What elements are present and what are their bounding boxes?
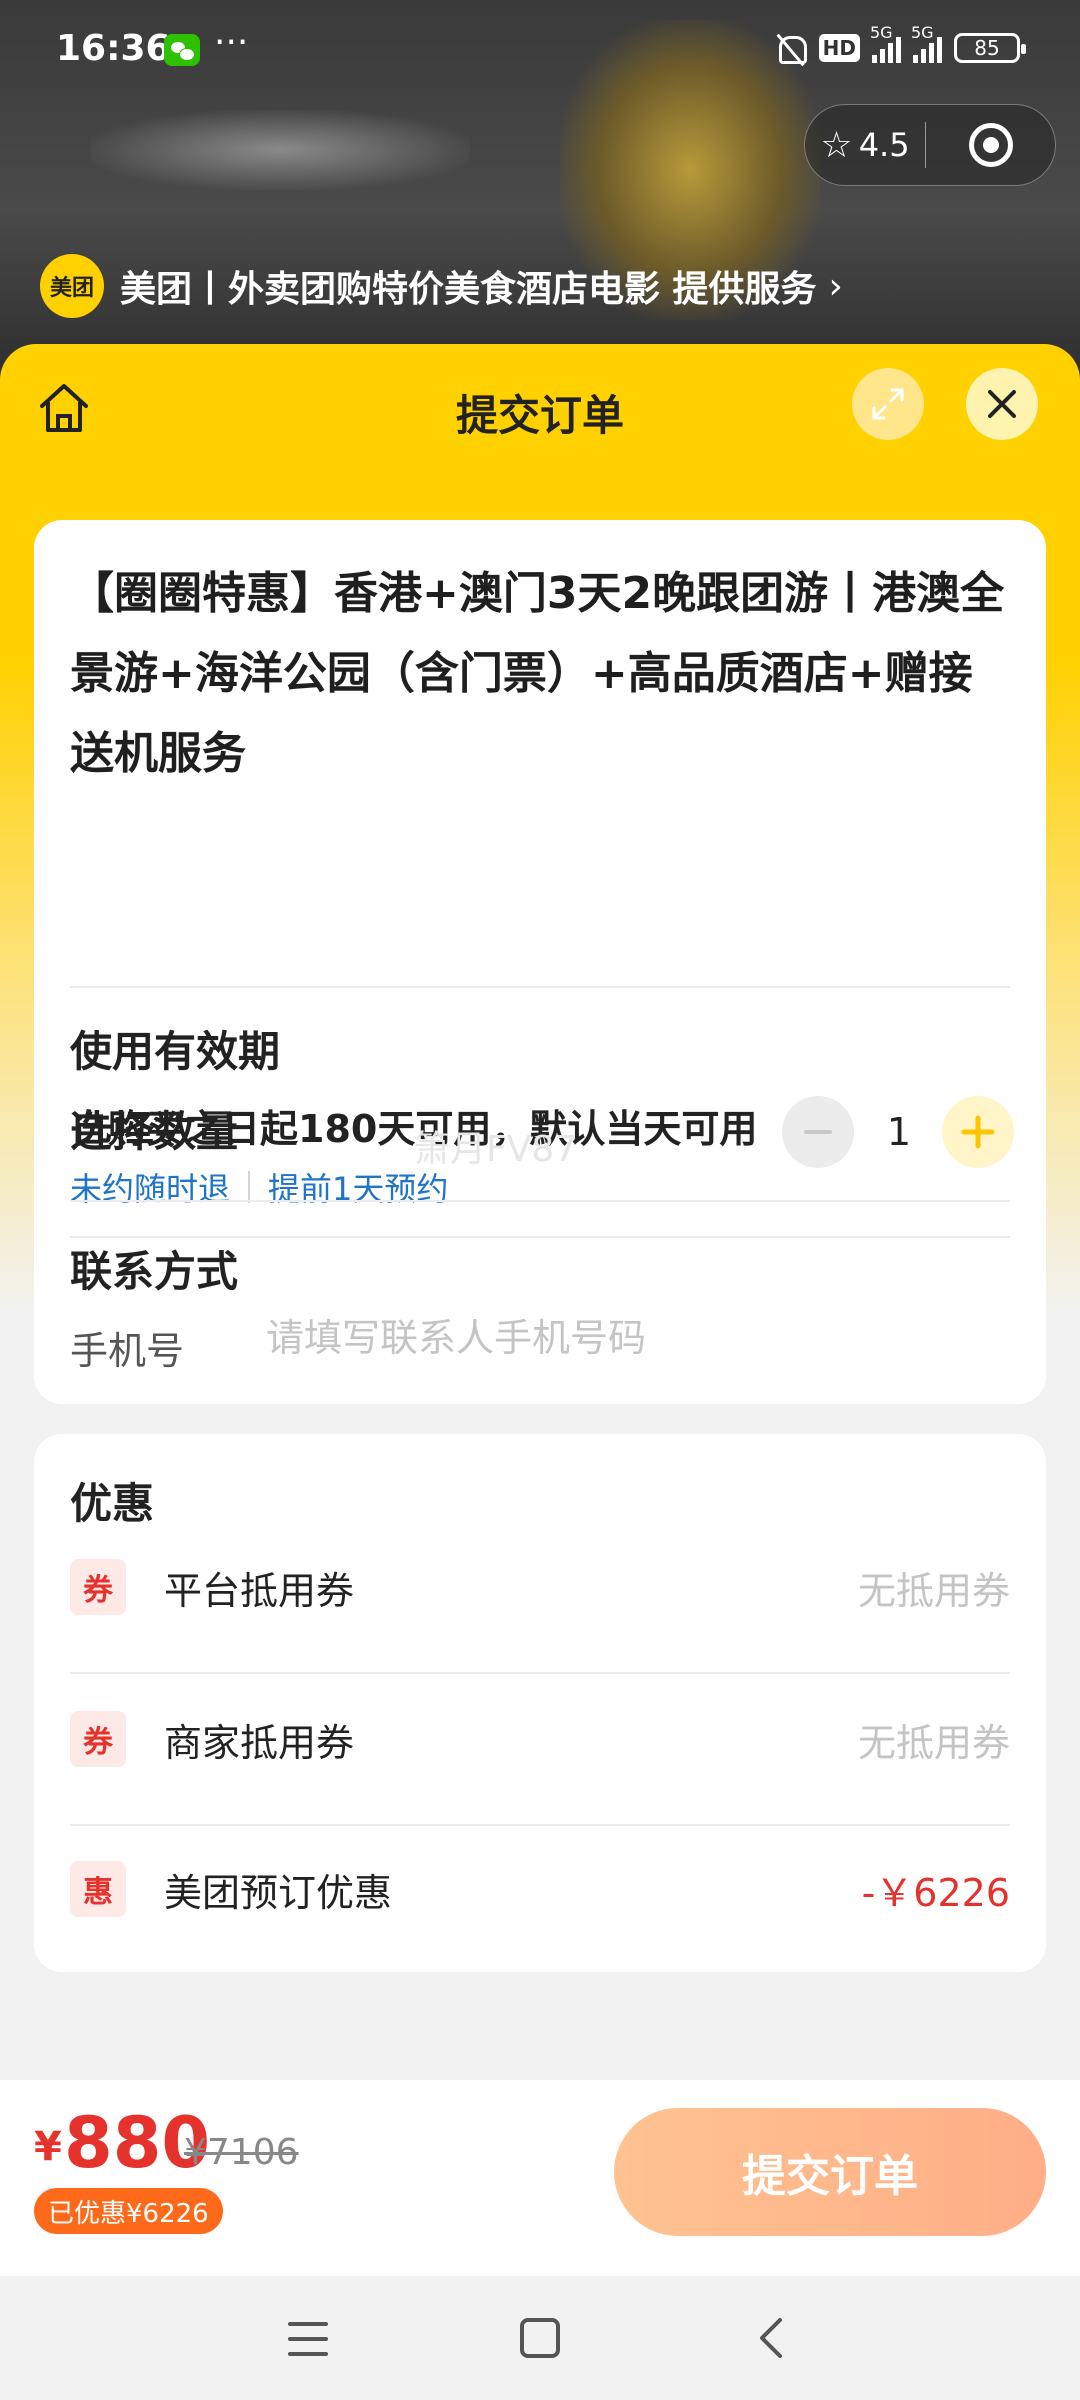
service-provider[interactable]: 美团 美团丨外卖团购特价美食酒店电影 提供服务 › xyxy=(40,254,843,318)
close-button[interactable] xyxy=(966,368,1038,440)
original-price: ¥7106 xyxy=(184,2132,299,2173)
quantity-plus-button[interactable] xyxy=(942,1096,1014,1168)
status-right-icons: HD 5G 5G 85 xyxy=(773,23,1026,66)
discount-amount: -￥6226 xyxy=(861,1870,1010,1915)
discount-value: 无抵用券 xyxy=(857,1568,1010,1613)
discount-title: 优惠 xyxy=(70,1479,155,1528)
checkout-bar: ¥ 880 ¥7106 已优惠¥6226 提交订单 xyxy=(0,2080,1080,2276)
exit-button[interactable] xyxy=(926,123,1055,167)
close-icon xyxy=(988,390,1016,418)
meituan-logo: 美团 xyxy=(40,254,104,318)
provider-text: 美团丨外卖团购特价美食酒店电影 提供服务 xyxy=(120,269,817,310)
discount-name: 商家抵用券 xyxy=(164,1720,355,1765)
menu-icon[interactable] xyxy=(288,2322,328,2356)
quantity-label: 选择数量 xyxy=(70,1107,239,1156)
signal-label: 5G xyxy=(870,23,893,42)
rating-button[interactable]: ☆ 4.5 xyxy=(805,125,925,166)
expand-icon xyxy=(872,388,904,420)
chevron-right-icon: › xyxy=(828,265,843,307)
more-dots-icon: ··· xyxy=(214,22,249,63)
wechat-icon xyxy=(164,34,200,66)
system-nav-bar xyxy=(0,2276,1080,2400)
discount-card: 优惠 券 平台抵用券 无抵用券 券 商家抵用券 无抵用券 惠 美团预订优惠 -￥… xyxy=(34,1434,1046,1972)
promo-badge: 惠 xyxy=(70,1861,126,1917)
hd-badge: HD xyxy=(818,34,860,62)
star-icon: ☆ xyxy=(820,124,853,166)
home-nav-icon[interactable] xyxy=(520,2318,560,2358)
divider xyxy=(70,1824,1010,1826)
phone-input[interactable] xyxy=(266,1310,966,1366)
signal-icon: 5G xyxy=(870,23,901,63)
discount-value: 无抵用券 xyxy=(857,1720,1010,1765)
mini-program-capsule: ☆ 4.5 xyxy=(804,104,1056,186)
contact-label: 联系方式 xyxy=(70,1247,239,1296)
discount-name: 平台抵用券 xyxy=(164,1568,355,1613)
quantity-minus-button[interactable] xyxy=(782,1096,854,1168)
minus-icon xyxy=(804,1130,832,1134)
price-currency: ¥ xyxy=(34,2124,62,2170)
background-text-blur xyxy=(90,110,470,190)
discount-row-booking: 惠 美团预订优惠 -￥6226 xyxy=(70,1854,1010,1924)
discount-name: 美团预订优惠 xyxy=(164,1870,393,1915)
divider xyxy=(70,1200,1010,1202)
rating-value: 4.5 xyxy=(858,126,910,164)
mute-icon xyxy=(773,30,807,66)
phone-label: 手机号 xyxy=(70,1329,185,1373)
sheet-header: 提交订单 xyxy=(0,344,1080,472)
plus-icon xyxy=(961,1115,995,1149)
discount-row-merchant[interactable]: 券 商家抵用券 无抵用券 xyxy=(70,1704,1010,1774)
signal-label-2: 5G xyxy=(911,23,934,42)
signal-icon-2: 5G xyxy=(911,23,942,63)
saved-badge: 已优惠¥6226 xyxy=(34,2188,223,2234)
coupon-badge: 券 xyxy=(70,1559,126,1615)
divider xyxy=(70,1672,1010,1674)
discount-row-platform[interactable]: 券 平台抵用券 无抵用券 xyxy=(70,1552,1010,1622)
target-icon xyxy=(968,123,1013,167)
status-bar: 16:36 ··· HD 5G 5G 85 xyxy=(0,0,1080,100)
quantity-value: 1 xyxy=(886,1110,912,1154)
expand-button[interactable] xyxy=(852,368,924,440)
back-icon[interactable] xyxy=(752,2316,792,2360)
submit-order-button[interactable]: 提交订单 xyxy=(614,2108,1046,2236)
watermark: 箫月FV87 xyxy=(414,1129,578,1170)
coupon-badge: 券 xyxy=(70,1711,126,1767)
order-card-content: 选择数量 箫月FV87 1 联系方式 手机号 xyxy=(34,520,1046,1404)
status-time: 16:36 xyxy=(56,28,171,69)
battery-icon: 85 xyxy=(954,33,1026,63)
